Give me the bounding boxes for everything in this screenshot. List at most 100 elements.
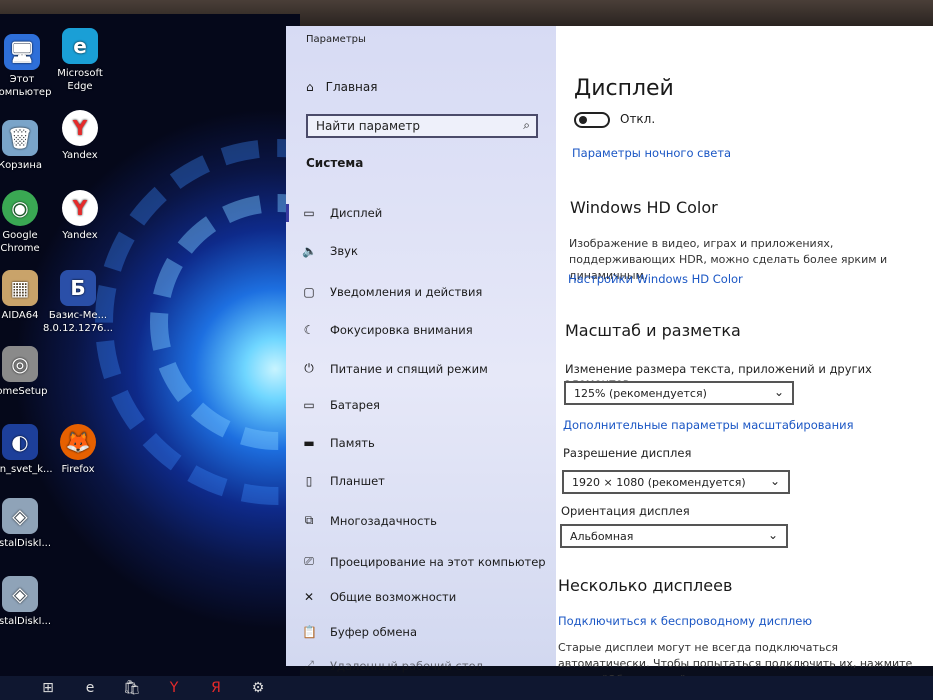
- resolution-dropdown-value: 1920 × 1080 (рекомендуется): [572, 476, 746, 489]
- store-icon[interactable]: 🛍: [122, 680, 142, 696]
- nav-item-focus[interactable]: ☾ Фокусировка внимания: [302, 323, 473, 337]
- search-placeholder: Найти параметр: [316, 119, 420, 133]
- bazis-icon: Б: [60, 270, 96, 306]
- nav-item-multitasking[interactable]: ⧉ Многозадачность: [302, 513, 437, 528]
- resolution-dropdown[interactable]: 1920 × 1080 (рекомендуется) ⌄: [562, 470, 790, 494]
- firefox-icon: 🦊: [60, 424, 96, 460]
- nav-item-label: Уведомления и действия: [330, 285, 483, 299]
- nav-item-label: Проецирование на этот компьютер: [330, 554, 546, 569]
- nav-item-label: Удаленный рабочий стол: [330, 658, 483, 673]
- tablet-icon: ▯: [305, 474, 313, 488]
- wallpaper-ring: [95, 139, 300, 505]
- search-input[interactable]: Найти параметр ⌕: [306, 114, 538, 138]
- storage-icon: ▬: [303, 436, 315, 450]
- page-title: Дисплей: [574, 76, 674, 101]
- window-title: Параметры: [306, 34, 366, 45]
- desktop-icon-label: rystalDiskI...: [0, 616, 52, 627]
- nav-item-label: Питание и спящий режим: [330, 361, 488, 376]
- desktop-icon-crystaldisk[interactable]: ◈ rystalDiskI...: [0, 498, 56, 550]
- yandex-icon: Y: [62, 110, 98, 146]
- wireless-display-link[interactable]: Подключиться к беспроводному дисплею: [558, 614, 812, 628]
- yandex-browser-icon[interactable]: Я: [206, 680, 226, 696]
- orientation-dropdown[interactable]: Альбомная ⌄: [560, 524, 788, 548]
- desktop-icon-label: Yandex: [62, 150, 98, 161]
- desktop-icon-chrome-setup[interactable]: ◎ romeSetup: [0, 346, 56, 398]
- orientation-dropdown-value: Альбомная: [570, 530, 634, 543]
- nav-item-remote-desktop[interactable]: ⤢ Удаленный рабочий стол: [302, 658, 483, 673]
- nav-item-label: Батарея: [330, 398, 380, 412]
- display-icon: ▭: [303, 206, 315, 220]
- nav-section-title: Система: [306, 156, 364, 170]
- remote-desktop-icon: ⤢: [304, 658, 314, 672]
- projecting-icon: ⎚: [304, 554, 314, 568]
- edge-icon: e: [62, 28, 98, 64]
- night-light-settings-link[interactable]: Параметры ночного света: [572, 146, 731, 160]
- nav-item-tablet[interactable]: ▯ Планшет: [302, 474, 385, 488]
- desktop-icon-bazis[interactable]: Б Базис-Ме... 8.0.12.1276...: [42, 270, 114, 335]
- nav-item-clipboard[interactable]: 📋 Буфер обмена: [302, 625, 417, 639]
- nav-home[interactable]: ⌂ Главная: [306, 80, 377, 94]
- nav-item-storage[interactable]: ▬ Память: [302, 436, 375, 450]
- edge-icon[interactable]: e: [80, 680, 100, 696]
- nav-item-battery[interactable]: ▭ Батарея: [302, 398, 380, 412]
- hd-color-settings-link[interactable]: Настройки Windows HD Color: [568, 272, 743, 286]
- orientation-label: Ориентация дисплея: [561, 504, 690, 518]
- nav-item-display[interactable]: ▭ Дисплей: [285, 204, 383, 222]
- file-icon: ◐: [2, 424, 38, 460]
- nav-item-label: Фокусировка внимания: [330, 323, 473, 337]
- scale-dropdown-value: 125% (рекомендуется): [574, 387, 707, 400]
- multitasking-icon: ⧉: [304, 513, 314, 527]
- battery-icon: ▭: [303, 398, 315, 412]
- search-icon[interactable]: ⌕: [523, 118, 530, 133]
- chevron-down-icon: ⌄: [773, 385, 784, 399]
- nav-item-label: Планшет: [330, 474, 385, 488]
- desktop-icon-edge[interactable]: e Microsoft Edge: [44, 28, 116, 93]
- chevron-down-icon: ⌄: [767, 528, 778, 542]
- shared-experiences-icon: ✕: [303, 590, 315, 604]
- setup-icon: ◎: [2, 346, 38, 382]
- desktop-icon-yandex[interactable]: Y Yandex: [44, 110, 116, 162]
- nav-item-label: Общие возможности: [330, 590, 457, 604]
- home-icon: ⌂: [306, 80, 314, 94]
- desktop: 🖥 Этот компьютер e Microsoft Edge 🗑 Корз…: [0, 14, 300, 684]
- desktop-icon-label: romeSetup: [0, 386, 48, 397]
- power-icon: ⏻: [304, 361, 314, 375]
- scale-dropdown[interactable]: 125% (рекомендуется) ⌄: [564, 381, 794, 405]
- nav-item-power[interactable]: ⏻ Питание и спящий режим: [302, 361, 488, 376]
- desktop-icon-firefox[interactable]: 🦊 Firefox: [42, 424, 114, 476]
- nav-item-notifications[interactable]: ▢ Уведомления и действия: [302, 285, 482, 299]
- yandex-icon[interactable]: Y: [164, 680, 184, 696]
- resolution-label: Разрешение дисплея: [563, 446, 692, 460]
- clipboard-icon: 📋: [302, 625, 317, 639]
- desktop-icon-label: rystalDiskI...: [0, 538, 52, 549]
- desktop-icon-crystaldisk-2[interactable]: ◈ rystalDiskI...: [0, 576, 56, 628]
- notifications-icon: ▢: [303, 285, 315, 299]
- chevron-down-icon: ⌄: [769, 474, 780, 488]
- focus-icon: ☾: [303, 323, 315, 337]
- desktop-icon-label: Microsoft Edge: [57, 68, 103, 92]
- yandex-icon: Y: [62, 190, 98, 226]
- nav-item-label: Дисплей: [330, 206, 383, 220]
- chrome-icon: ◉: [2, 190, 38, 226]
- settings-content: Дисплей Откл. Параметры ночного света Wi…: [556, 26, 933, 686]
- desktop-icon-label: Базис-Ме... 8.0.12.1276...: [43, 310, 113, 334]
- advanced-scaling-link[interactable]: Дополнительные параметры масштабирования: [563, 418, 854, 432]
- nav-item-shared-experiences[interactable]: ✕ Общие возможности: [302, 590, 456, 604]
- multiple-displays-heading: Несколько дисплеев: [558, 576, 733, 595]
- desktop-icon-label: Firefox: [61, 464, 95, 475]
- nav-item-projecting[interactable]: ⎚ Проецирование на этот компьютер: [302, 554, 546, 569]
- hd-color-heading: Windows HD Color: [570, 198, 718, 217]
- night-light-toggle[interactable]: [574, 112, 610, 128]
- aida64-icon: ▦: [2, 270, 38, 306]
- settings-gear-icon[interactable]: ⚙: [248, 680, 268, 696]
- toggle-state-label: Откл.: [620, 112, 656, 126]
- sound-icon: 🔈: [302, 244, 317, 258]
- nav-item-label: Память: [330, 436, 375, 450]
- nav-item-label: Звук: [330, 244, 358, 258]
- nav-item-sound[interactable]: 🔈 Звук: [302, 244, 358, 258]
- crystaldisk-icon: ◈: [2, 498, 38, 534]
- desktop-icon-yandex-2[interactable]: Y Yandex: [44, 190, 116, 242]
- scale-heading: Масштаб и разметка: [565, 321, 741, 340]
- start-icon[interactable]: ⊞: [38, 680, 58, 696]
- settings-window: Параметры ⌂ Главная Найти параметр ⌕ Сис…: [285, 26, 933, 686]
